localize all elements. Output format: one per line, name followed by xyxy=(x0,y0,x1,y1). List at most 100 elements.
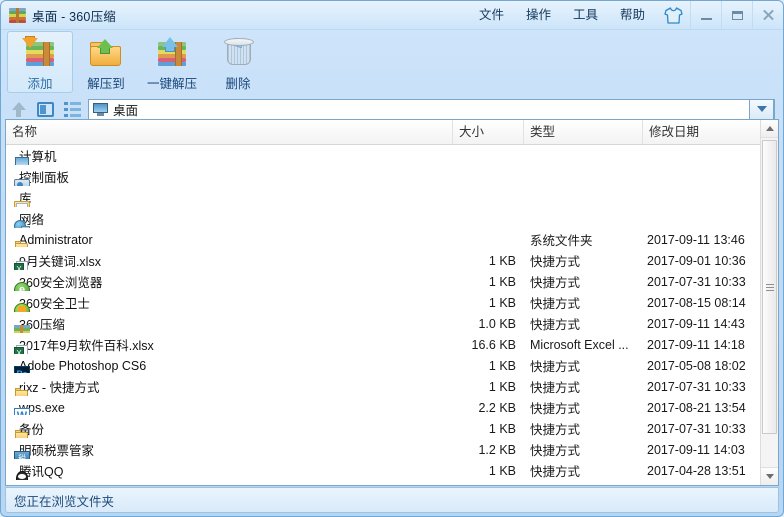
menu-file[interactable]: 文件 xyxy=(468,1,515,29)
file-name-cell: 腾讯QQ xyxy=(6,461,453,480)
close-button[interactable] xyxy=(752,1,783,29)
file-name-cell: 备份 xyxy=(6,419,453,438)
app-window: 桌面 - 360压缩 文件 操作 工具 帮助 添加 解压到 一键解压 删除 桌面… xyxy=(0,0,784,517)
table-row[interactable]: 360压缩 1.0 KB 快捷方式 2017-09-11 14:43 xyxy=(6,313,778,334)
file-date-cell: 2017-08-21 13:54 xyxy=(647,400,746,415)
file-name-cell: 360压缩 xyxy=(6,314,453,333)
title-bar: 桌面 - 360压缩 文件 操作 工具 帮助 xyxy=(1,1,783,30)
scroll-down-icon[interactable] xyxy=(761,467,778,485)
table-row[interactable]: 网络 xyxy=(6,208,778,229)
file-name-label: Adobe Photoshop CS6 xyxy=(19,358,147,373)
file-name-cell: X 9月关键词.xlsx xyxy=(6,251,453,270)
title-left-group: 桌面 - 360压缩 xyxy=(1,6,116,25)
table-row[interactable]: Administrator 系统文件夹 2017-09-11 13:46 xyxy=(6,229,778,250)
file-type-cell: 文本文档 xyxy=(524,482,643,485)
tshirt-skin-icon[interactable] xyxy=(656,1,690,29)
file-name-label: Administrator xyxy=(19,232,93,247)
preview-pane-icon[interactable] xyxy=(34,99,56,120)
delete-button-label: 删除 xyxy=(225,77,251,91)
status-bar: 您正在浏览文件夹 xyxy=(5,487,779,513)
file-type-cell: 快捷方式 xyxy=(530,444,581,458)
file-type-cell: 系统文件夹 xyxy=(530,234,593,248)
table-row[interactable]: 控制面板 xyxy=(6,166,778,187)
table-row[interactable]: 新建文本文档.txt 1.2 KB文本文档2017-08-25 13:40 xyxy=(6,481,778,486)
file-date-cell: 2017-09-11 13:46 xyxy=(647,232,745,247)
file-name-label: 新建文本文档.txt xyxy=(19,482,111,485)
desktop-monitor-icon xyxy=(93,102,108,116)
address-path-text: 桌面 xyxy=(113,103,139,118)
menu-help[interactable]: 帮助 xyxy=(609,1,656,29)
extract-to-button[interactable]: 解压到 xyxy=(73,31,139,93)
add-button[interactable]: 添加 xyxy=(7,31,73,93)
table-row[interactable]: 360安全卫士 1 KB 快捷方式 2017-08-15 08:14 xyxy=(6,292,778,313)
address-input[interactable]: 桌面 xyxy=(88,98,775,120)
add-button-label: 添加 xyxy=(27,77,53,91)
minimize-button[interactable] xyxy=(690,1,721,29)
file-date-cell: 2017-05-08 18:02 xyxy=(647,358,746,373)
file-list-rows: 计算机 控制面板库网络 Administrator 系统文件夹 2017-09-11 1… xyxy=(6,145,778,485)
scroll-up-icon[interactable] xyxy=(761,120,778,138)
table-row[interactable]: 库 xyxy=(6,187,778,208)
file-name-cell: 360安全卫士 xyxy=(6,293,453,312)
menu-tools[interactable]: 工具 xyxy=(562,1,609,29)
file-name-cell: Wwps.exe xyxy=(6,401,453,415)
scroll-thumb[interactable] xyxy=(762,140,777,434)
delete-button[interactable]: 删除 xyxy=(205,31,271,93)
window-title: 桌面 - 360压缩 xyxy=(32,9,116,24)
maximize-button[interactable] xyxy=(721,1,752,29)
extract-to-folder-icon xyxy=(86,36,126,70)
file-date-cell: 2017-08-25 13:40 xyxy=(643,485,765,486)
file-name-cell: X 2017年9月软件百科.xlsx xyxy=(6,335,453,354)
file-size-cell: 2.2 KB xyxy=(478,400,516,415)
file-type-cell: 快捷方式 xyxy=(530,465,581,479)
chevron-down-icon[interactable] xyxy=(749,98,774,120)
table-row[interactable]: 腾讯QQ 1 KB 快捷方式 2017-04-28 13:51 xyxy=(6,460,778,481)
column-header-name[interactable]: 名称 xyxy=(6,120,453,144)
delete-trash-icon xyxy=(218,36,258,70)
file-list-panel: 名称 大小 类型 修改日期 计算机 控制面板库网络 Administrator 系统文… xyxy=(5,119,779,486)
table-row[interactable]: rjxz - 快捷方式 1 KB 快捷方式 2017-07-31 10:33 xyxy=(6,376,778,397)
file-type-cell: 快捷方式 xyxy=(530,402,581,416)
table-row[interactable]: X 2017年9月软件百科.xlsx 16.6 KB Microsoft Excel … xyxy=(6,334,778,355)
table-row[interactable]: 备份 1 KB 快捷方式 2017-07-31 10:33 xyxy=(6,418,778,439)
file-date-cell: 2017-09-11 14:03 xyxy=(647,442,745,457)
file-size-cell: 1.0 KB xyxy=(478,316,516,331)
table-row[interactable]: PsAdobe Photoshop CS6 1 KB 快捷方式 2017-05-08 … xyxy=(6,355,778,376)
one-click-extract-button[interactable]: 一键解压 xyxy=(139,31,205,93)
file-size-cell: 1 KB xyxy=(488,253,516,268)
table-row[interactable]: Wwps.exe 2.2 KB 快捷方式 2017-08-21 13:54 xyxy=(6,397,778,418)
file-type-cell: 快捷方式 xyxy=(530,381,581,395)
file-name-cell: 税明硕税票管家 xyxy=(6,440,453,459)
menu-action[interactable]: 操作 xyxy=(515,1,562,29)
column-header-size[interactable]: 大小 xyxy=(453,120,524,144)
column-header-date[interactable]: 修改日期 xyxy=(643,120,765,144)
file-name-cell: 新建文本文档.txt xyxy=(6,482,453,485)
column-header-type[interactable]: 类型 xyxy=(524,120,643,144)
file-name-cell: 库 xyxy=(6,188,453,207)
scroll-thumb-grip xyxy=(765,283,774,291)
table-row[interactable]: X 9月关键词.xlsx 1 KB 快捷方式 2017-09-01 10:36 xyxy=(6,250,778,271)
file-date-cell: 2017-09-01 10:36 xyxy=(647,253,746,268)
file-size-cell: 1 KB xyxy=(488,358,516,373)
vertical-scrollbar[interactable] xyxy=(760,120,778,485)
menu-bar: 文件 操作 工具 帮助 xyxy=(468,1,783,29)
table-row[interactable]: 税明硕税票管家 1.2 KB 快捷方式 2017-09-11 14:03 xyxy=(6,439,778,460)
one-click-extract-button-label: 一键解压 xyxy=(146,77,197,91)
up-arrow-icon[interactable] xyxy=(7,99,29,120)
file-date-cell: 2017-09-11 14:43 xyxy=(647,316,745,331)
list-view-icon[interactable] xyxy=(61,99,83,120)
table-row[interactable]: e 360安全浏览器 1 KB 快捷方式 2017-07-31 10:33 xyxy=(6,271,778,292)
status-text: 您正在浏览文件夹 xyxy=(14,494,115,509)
add-to-archive-icon xyxy=(20,36,60,70)
file-type-cell: 快捷方式 xyxy=(530,276,581,290)
zip-archive-icon xyxy=(9,7,26,23)
file-date-cell: 2017-04-28 13:51 xyxy=(647,463,746,478)
file-date-cell: 2017-07-31 10:33 xyxy=(647,421,746,436)
file-name-label: 明硕税票管家 xyxy=(19,444,95,458)
file-name-label: 360安全浏览器 xyxy=(19,276,103,290)
file-name-cell: PsAdobe Photoshop CS6 xyxy=(6,359,453,373)
file-date-cell: 2017-07-31 10:33 xyxy=(647,274,746,289)
file-name-label: rjxz - 快捷方式 xyxy=(19,381,100,395)
table-row[interactable]: 计算机 xyxy=(6,145,778,166)
file-size-cell: 1 KB xyxy=(488,295,516,310)
